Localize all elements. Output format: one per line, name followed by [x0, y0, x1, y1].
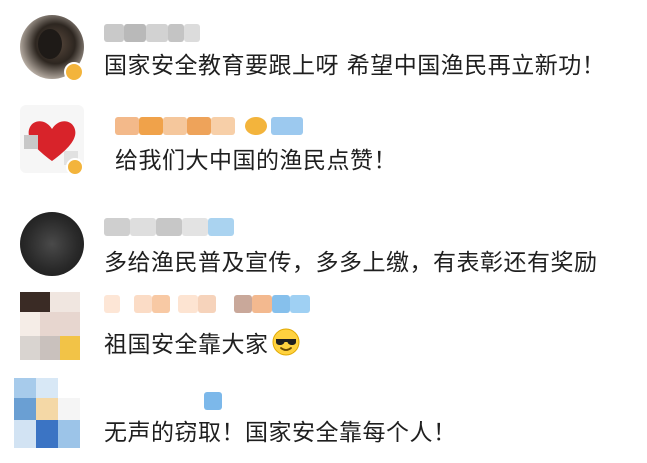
- username-blurred[interactable]: [104, 24, 200, 42]
- username-blurred[interactable]: [115, 117, 303, 135]
- pixel-avatar-icon: [14, 378, 80, 448]
- username-blurred[interactable]: [104, 295, 310, 313]
- username-blurred[interactable]: [204, 392, 222, 410]
- comment-text: 无声的窃取！国家安全靠每个人！: [104, 420, 457, 446]
- cartoon-avatar-icon: [20, 292, 80, 360]
- comment-feed: 国家安全教育要跟上呀 希望中国渔民再立新功！ 给我们大中国的渔民点赞！ 多给渔民…: [0, 0, 647, 463]
- comment-text: 祖国安全靠大家: [104, 328, 300, 364]
- sunglasses-face-icon: [272, 328, 300, 364]
- vip-badge-icon: [64, 62, 84, 82]
- user-avatar[interactable]: [14, 378, 80, 448]
- user-avatar[interactable]: [20, 212, 84, 276]
- comment-text: 给我们大中国的渔民点赞！: [115, 148, 397, 174]
- comment-text: 多给渔民普及宣传，多多上缴，有表彰还有奖励: [104, 250, 598, 276]
- comment-text-content: 祖国安全靠大家: [104, 332, 269, 358]
- comment-text: 国家安全教育要跟上呀 希望中国渔民再立新功！: [104, 53, 606, 79]
- username-blurred[interactable]: [104, 218, 234, 236]
- vip-badge-icon: [66, 158, 84, 176]
- user-avatar[interactable]: [20, 292, 80, 360]
